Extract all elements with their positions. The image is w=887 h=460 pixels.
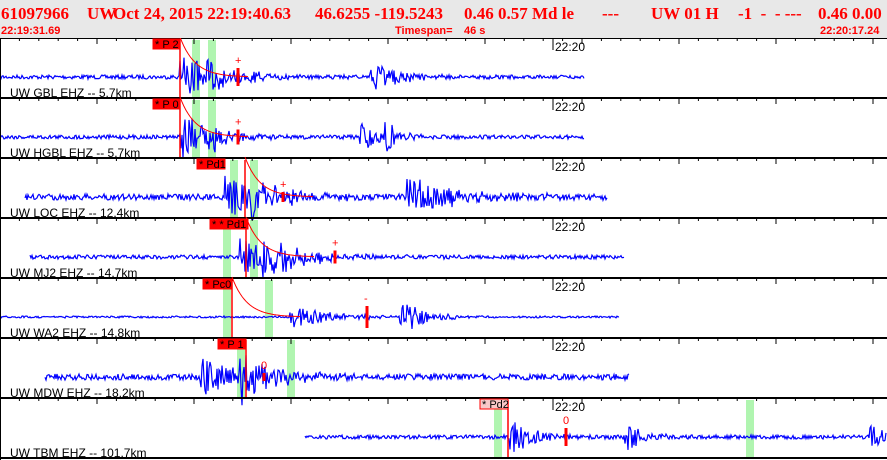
pick-label[interactable]: * P 1	[220, 339, 244, 351]
pick-label[interactable]: * Pd1	[199, 159, 226, 171]
pick-label[interactable]: * * Pd1	[212, 219, 246, 231]
amplitude-sign: +	[280, 179, 286, 191]
channel-row[interactable]: 22:20* Pd1+UW LOC EHZ -- 12.4km	[0, 156, 887, 223]
event-header: 61097966 UW Oct 24, 2015 22:19:40.63 46.…	[0, 0, 887, 38]
time-tick-label: 22:20	[555, 100, 585, 114]
event-values: 0.46 0.00	[818, 4, 882, 23]
amplitude-marker	[236, 68, 240, 86]
amplitude-sign: +	[235, 55, 241, 67]
event-datetime: Oct 24, 2015 22:19:40.63	[113, 4, 292, 23]
phase-window-band	[192, 100, 200, 158]
pick-label[interactable]: * Pc0	[205, 279, 231, 291]
channel-row[interactable]: 22:20* P 2+UW GBL EHZ -- 5.7km	[0, 38, 887, 100]
event-location: 46.6255 -119.5243	[315, 4, 443, 23]
end-time: 22:20:17.24	[820, 25, 880, 37]
start-time: 22:19:31.69	[1, 25, 61, 37]
phase-window-band	[746, 400, 754, 458]
timespan-value: 46 s	[464, 25, 486, 37]
channel-row[interactable]: 22:20* * Pd1+UW MJ2 EHZ -- 14.7km	[0, 216, 887, 280]
timespan-label: Timespan=	[395, 25, 453, 37]
amplitude-sign: 0	[563, 415, 569, 427]
time-tick-label: 22:20	[555, 40, 585, 54]
amplitude-sign: -	[364, 293, 368, 305]
amplitude-sign: +	[235, 117, 241, 129]
event-network: UW	[87, 4, 117, 23]
time-tick-label: 22:20	[555, 160, 585, 174]
pick-label[interactable]: * P 2	[155, 39, 179, 51]
time-tick-label: 22:20	[555, 340, 585, 354]
amplitude-marker	[333, 250, 337, 264]
pick-label[interactable]: * Pd2	[482, 399, 509, 411]
amplitude-marker	[365, 306, 369, 328]
time-tick-label: 22:20	[555, 280, 585, 294]
header-dashes: ---	[602, 4, 619, 23]
event-flags: -1 - - ---	[738, 4, 802, 23]
event-source: UW 01 H	[651, 4, 719, 23]
phase-window-band	[287, 340, 295, 398]
event-id: 61097966	[1, 4, 69, 23]
pick-label[interactable]: * P 0	[155, 99, 179, 111]
phase-window-band	[265, 280, 273, 338]
amplitude-marker	[281, 192, 285, 202]
channel-row[interactable]: 22:20* P 10UW MDW EHZ -- 18.2km	[0, 337, 887, 406]
seismogram-panel[interactable]: 22:20* P 2+UW GBL EHZ -- 5.7km22:20* P 0…	[0, 38, 887, 460]
amplitude-sign: 0	[261, 360, 267, 372]
waveform-trace	[304, 422, 887, 452]
channel-row[interactable]: 22:20* Pd20UW TBM EHZ -- 101.7km	[0, 397, 887, 460]
channel-row[interactable]: 22:20* Pc0-UW WA2 EHZ -- 14.8km	[0, 276, 887, 340]
time-tick-label: 22:20	[555, 220, 585, 234]
event-magnitude: 0.46 0.57 Md le	[464, 4, 575, 23]
amplitude-marker	[564, 428, 568, 446]
amplitude-sign: +	[332, 238, 338, 250]
amplitude-marker	[262, 373, 266, 381]
time-tick-label: 22:20	[555, 400, 585, 414]
channel-row[interactable]: 22:20* P 0+UW HGBL EHZ -- 5.7km	[0, 96, 887, 160]
amplitude-marker	[236, 129, 240, 145]
